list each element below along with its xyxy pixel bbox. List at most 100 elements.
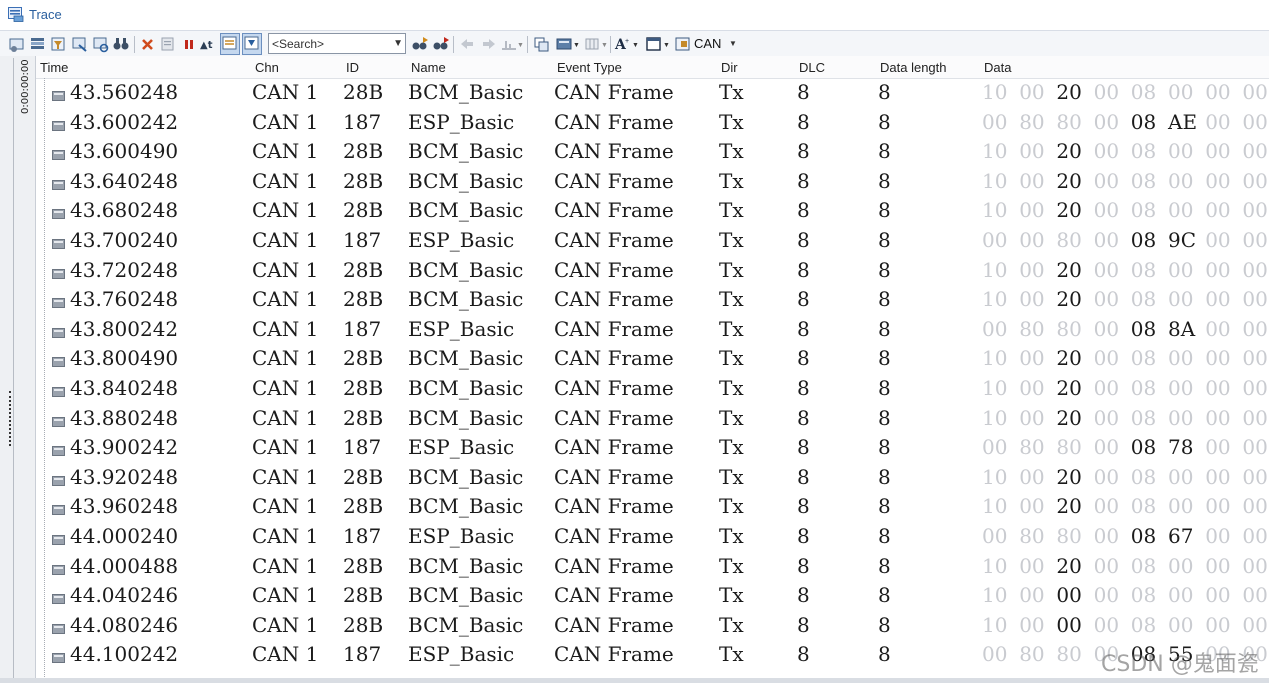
data-byte: 00 bbox=[1168, 257, 1194, 282]
data-byte: 00 bbox=[1168, 346, 1194, 371]
column-header-name[interactable]: Name bbox=[411, 60, 446, 75]
event-type-cell: CAN Frame bbox=[554, 642, 674, 667]
table-row[interactable]: 43.920248 CAN 1 28B BCM_Basic CAN Frame Tx 8 8 1… bbox=[36, 463, 1269, 493]
data-byte: 00 bbox=[1019, 612, 1045, 637]
column-header-data-length[interactable]: Data length bbox=[880, 60, 947, 75]
time-cell: 44.000488 bbox=[70, 553, 179, 578]
filter-icon[interactable] bbox=[50, 35, 68, 53]
analysis-icon[interactable] bbox=[92, 35, 110, 53]
pause-icon[interactable] bbox=[159, 35, 177, 53]
data-byte: 00 bbox=[1093, 435, 1120, 460]
data-length-cell: 8 bbox=[878, 109, 891, 134]
table-row[interactable]: 43.680248 CAN 1 28B BCM_Basic CAN Frame Tx 8 8 1… bbox=[36, 196, 1269, 226]
table-row[interactable]: 43.900242 CAN 1 187 ESP_Basic CAN Frame Tx 8 8 0… bbox=[36, 433, 1269, 463]
clear-icon[interactable] bbox=[139, 35, 157, 53]
search-input[interactable]: <Search> ▼ bbox=[268, 33, 406, 54]
data-byte: 08 bbox=[1130, 346, 1157, 371]
fixed-position-icon[interactable] bbox=[242, 33, 262, 55]
splitter-grip[interactable] bbox=[9, 391, 14, 446]
data-byte: 10 bbox=[982, 464, 1008, 489]
column-header-dir[interactable]: Dir bbox=[721, 60, 738, 75]
binocular-icon[interactable] bbox=[112, 35, 130, 53]
table-row[interactable]: 43.760248 CAN 1 28B BCM_Basic CAN Frame Tx 8 8 1… bbox=[36, 285, 1269, 315]
data-length-cell: 8 bbox=[878, 583, 891, 608]
table-row[interactable]: 43.720248 CAN 1 28B BCM_Basic CAN Frame Tx 8 8 1… bbox=[36, 256, 1269, 286]
table-row[interactable]: 44.040246 CAN 1 28B BCM_Basic CAN Frame Tx 8 8 1… bbox=[36, 581, 1269, 611]
table-row[interactable]: 43.880248 CAN 1 28B BCM_Basic CAN Frame Tx 8 8 1… bbox=[36, 404, 1269, 434]
trigger-icon[interactable] bbox=[71, 35, 89, 53]
dlc-cell: 8 bbox=[797, 168, 810, 193]
time-format-icon[interactable]: ▲t bbox=[199, 35, 217, 53]
stop-icon[interactable] bbox=[181, 35, 199, 53]
column-header-chn[interactable]: Chn bbox=[255, 60, 279, 75]
data-byte: 00 bbox=[1242, 228, 1268, 252]
toolbar-separator bbox=[527, 36, 528, 53]
table-row[interactable]: 44.000240 CAN 1 187 ESP_Basic CAN Frame Tx 8 8 0… bbox=[36, 522, 1269, 552]
data-byte: 00 bbox=[1093, 612, 1120, 637]
nav-forward-icon[interactable] bbox=[480, 35, 498, 53]
dlc-cell: 8 bbox=[797, 109, 810, 134]
column-header-dlc[interactable]: DLC bbox=[799, 60, 825, 75]
channel-cell: CAN 1 bbox=[252, 316, 319, 341]
font-icon[interactable]: A + ▼ bbox=[614, 35, 640, 53]
copy-icon[interactable] bbox=[533, 35, 551, 53]
chevron-down-icon[interactable]: ▼ bbox=[393, 38, 403, 49]
column-icon[interactable]: ▼ bbox=[584, 35, 610, 53]
can-bus-icon[interactable] bbox=[674, 35, 692, 53]
table-row[interactable]: 43.700240 CAN 1 187 ESP_Basic CAN Frame Tx 8 8 0… bbox=[36, 226, 1269, 256]
table-row[interactable]: 44.000488 CAN 1 28B BCM_Basic CAN Frame Tx 8 8 1… bbox=[36, 552, 1269, 582]
id-cell: 187 bbox=[343, 316, 382, 341]
table-row[interactable]: 44.100242 CAN 1 187 ESP_Basic CAN Frame Tx 8 8 0… bbox=[36, 640, 1269, 670]
data-byte: 00 bbox=[1093, 464, 1120, 489]
detail-view-icon[interactable] bbox=[29, 35, 47, 53]
event-type-cell: CAN Frame bbox=[554, 524, 674, 548]
export-icon[interactable]: ▼ bbox=[555, 35, 581, 53]
table-row[interactable]: 44.080246 CAN 1 28B BCM_Basic CAN Frame Tx 8 8 1… bbox=[36, 611, 1269, 641]
table-row[interactable]: 43.560248 CAN 1 28B BCM_Basic CAN Frame Tx 8 8 1… bbox=[36, 78, 1269, 108]
data-byte: 08 bbox=[1130, 139, 1157, 164]
data-byte: 00 bbox=[1019, 287, 1045, 312]
data-byte: 10 bbox=[982, 80, 1008, 104]
svg-text:▲t: ▲t bbox=[200, 40, 213, 51]
table-row[interactable]: 43.840248 CAN 1 28B BCM_Basic CAN Frame Tx 8 8 1… bbox=[36, 374, 1269, 404]
table-row[interactable]: 43.800242 CAN 1 187 ESP_Basic CAN Frame Tx 8 8 0… bbox=[36, 315, 1269, 345]
column-header-time[interactable]: Time bbox=[40, 60, 68, 75]
bus-selector-caret-icon[interactable]: ▼ bbox=[729, 39, 737, 48]
message-icon bbox=[52, 621, 65, 634]
column-header-data[interactable]: Data bbox=[984, 60, 1011, 75]
direction-cell: Tx bbox=[719, 287, 744, 312]
table-row[interactable]: 43.600490 CAN 1 28B BCM_Basic CAN Frame Tx 8 8 1… bbox=[36, 137, 1269, 167]
layout-icon[interactable]: ▼ bbox=[645, 35, 671, 53]
column-header-event-type[interactable]: Event Type bbox=[557, 60, 622, 75]
data-byte: 00 bbox=[1205, 139, 1231, 164]
data-byte: 10 bbox=[982, 494, 1008, 519]
data-byte: 00 bbox=[1093, 80, 1120, 104]
bus-selector-label[interactable]: CAN bbox=[694, 36, 721, 51]
data-length-cell: 8 bbox=[878, 612, 891, 637]
trace-config-icon[interactable] bbox=[8, 35, 26, 53]
find-prev-icon[interactable] bbox=[432, 35, 450, 53]
id-cell: 187 bbox=[343, 228, 382, 252]
data-byte: 00 bbox=[1093, 228, 1120, 252]
table-row[interactable]: 43.640248 CAN 1 28B BCM_Basic CAN Frame Tx 8 8 1… bbox=[36, 167, 1269, 197]
find-next-icon[interactable] bbox=[411, 35, 429, 53]
data-byte: 80 bbox=[1019, 435, 1045, 460]
chronological-view-icon[interactable] bbox=[220, 33, 240, 55]
column-header-id[interactable]: ID bbox=[346, 60, 359, 75]
table-row[interactable]: 43.600242 CAN 1 187 ESP_Basic CAN Frame Tx 8 8 0… bbox=[36, 108, 1269, 138]
direction-cell: Tx bbox=[719, 524, 744, 548]
dlc-cell: 8 bbox=[797, 139, 810, 164]
channel-cell: CAN 1 bbox=[252, 612, 319, 637]
table-row[interactable]: 43.800490 CAN 1 28B BCM_Basic CAN Frame Tx 8 8 1… bbox=[36, 344, 1269, 374]
marker-icon[interactable]: ▼ bbox=[500, 35, 524, 53]
data-byte: 10 bbox=[982, 287, 1008, 312]
dlc-cell: 8 bbox=[797, 198, 810, 223]
data-byte: 08 bbox=[1130, 435, 1157, 460]
name-cell: ESP_Basic bbox=[408, 524, 515, 548]
nav-back-icon[interactable] bbox=[458, 35, 476, 53]
message-icon bbox=[52, 147, 65, 161]
dlc-cell: 8 bbox=[797, 524, 810, 548]
event-type-cell: CAN Frame bbox=[554, 612, 674, 637]
table-row[interactable]: 43.960248 CAN 1 28B BCM_Basic CAN Frame Tx 8 8 1… bbox=[36, 492, 1269, 522]
time-scale-bar[interactable]: 0:00:00:00 bbox=[0, 56, 36, 683]
